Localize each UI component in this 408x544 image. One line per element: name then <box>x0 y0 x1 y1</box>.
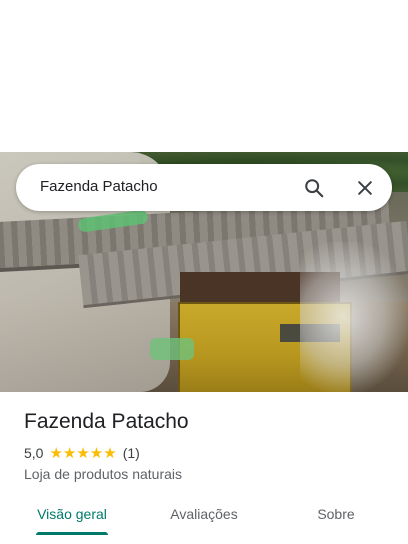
search-button[interactable] <box>298 172 330 204</box>
active-tab-indicator <box>36 532 108 535</box>
photo-bottle-2 <box>150 338 194 360</box>
place-info: Fazenda Patacho 5,0 ★★★★★ (1) Loja de pr… <box>24 408 394 482</box>
rating-stars: ★★★★★ <box>49 445 117 462</box>
photo-smoke <box>300 242 408 392</box>
rating-value: 5,0 <box>24 445 44 461</box>
search-icon <box>305 179 324 198</box>
tab-bar: Visão geral Avaliações Sobre <box>0 494 408 544</box>
top-blank-area <box>0 0 408 152</box>
place-title: Fazenda Patacho <box>24 410 189 433</box>
search-query[interactable]: Fazenda Patacho <box>40 178 158 195</box>
close-icon <box>358 181 372 195</box>
rating-row[interactable]: 5,0 ★★★★★ (1) <box>24 444 394 462</box>
close-button[interactable] <box>349 172 381 204</box>
review-count[interactable]: (1) <box>123 445 140 461</box>
search-bar[interactable]: Fazenda Patacho <box>16 164 392 211</box>
tab-reviews[interactable]: Avaliações <box>148 494 260 534</box>
tab-about[interactable]: Sobre <box>280 494 392 534</box>
tab-overview[interactable]: Visão geral <box>16 494 128 534</box>
place-category[interactable]: Loja de produtos naturais <box>24 466 394 482</box>
